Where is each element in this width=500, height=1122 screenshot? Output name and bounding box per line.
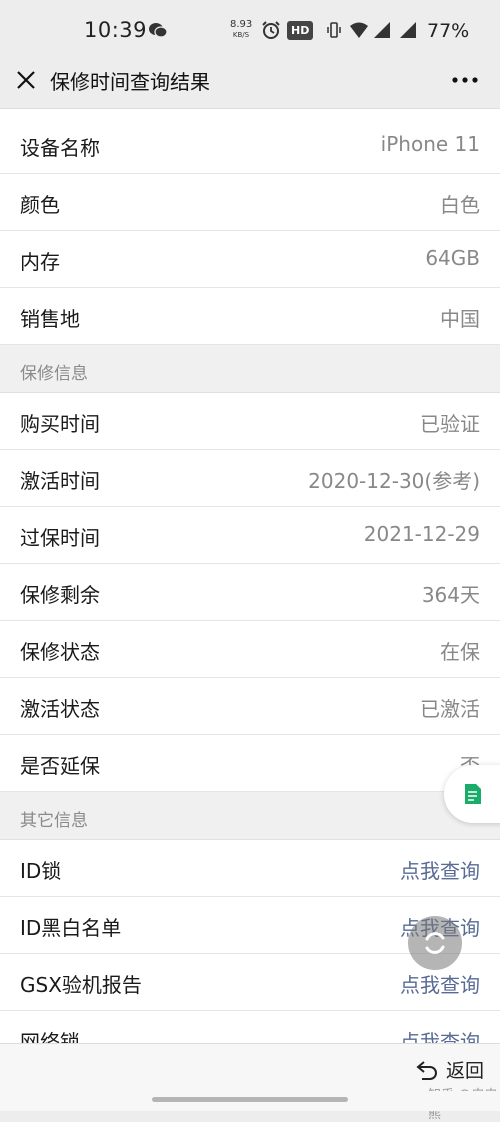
row-label: ID黑白名单 [20,916,122,940]
alarm-icon [262,21,280,39]
row-value: 64GB [425,246,480,270]
status-time: 10:39 [84,18,148,42]
floating-loading-button[interactable] [408,916,462,970]
wechat-icon [149,23,168,38]
row-value: 白色 [440,193,480,217]
status-bar: 10:39 8.93 KB/S HD 77% [0,0,500,62]
hd-badge: HD [287,21,314,40]
row-label: 内存 [20,250,60,274]
query-link-network-lock[interactable]: 点我查询 [400,1026,480,1043]
row-value: 中国 [440,307,480,331]
row-warranty-expiry: 过保时间 2021-12-29 [0,507,500,564]
more-options-icon[interactable] [450,68,480,92]
row-label: ID锁 [20,859,62,883]
row-value: 364天 [421,583,480,607]
section-header-warranty: 保修信息 [0,345,500,393]
query-link-id-lock[interactable]: 点我查询 [400,855,480,884]
row-value: 2021-12-29 [363,522,480,546]
row-sales-region: 销售地 中国 [0,288,500,345]
row-storage: 内存 64GB [0,231,500,288]
net-speed-value: 8.93 [230,19,253,30]
net-speed-unit: KB/S [232,31,250,39]
row-label: GSX验机报告 [20,973,142,997]
section-title: 其它信息 [20,811,88,831]
close-icon[interactable] [14,68,38,92]
query-link-gsx-report[interactable]: 点我查询 [400,969,480,998]
home-indicator-pill[interactable] [152,1097,348,1102]
row-label: 销售地 [20,307,80,331]
row-device-name: 设备名称 iPhone 11 [0,117,500,174]
battery-percent: 77% [427,20,470,42]
refresh-icon [425,932,445,954]
bottom-bar: 返回 [0,1043,500,1092]
back-label: 返回 [446,1060,485,1082]
row-network-lock: 网络锁 点我查询 [0,1011,500,1043]
row-label: 激活状态 [20,697,100,721]
row-label: 保修剩余 [20,583,100,607]
page-title: 保修时间查询结果 [50,70,210,94]
section-title: 保修信息 [20,364,88,384]
row-label: 购买时间 [20,412,100,436]
row-color: 颜色 白色 [0,174,500,231]
row-value: 已激活 [420,697,480,721]
row-value: 2020-12-30(参考) [308,469,480,493]
home-indicator [0,1091,500,1111]
row-warranty-status: 保修状态 在保 [0,621,500,678]
row-value: 在保 [440,640,480,664]
net-speed: 8.93 KB/S [230,20,252,40]
row-extended-warranty: 是否延保 否 [0,735,500,792]
document-icon [465,784,481,804]
row-warranty-remaining: 保修剩余 364天 [0,564,500,621]
row-value: 已验证 [420,412,480,436]
row-label: 网络锁 [20,1030,80,1043]
back-button[interactable]: 返回 [416,1056,484,1083]
row-activation-status: 激活状态 已激活 [0,678,500,735]
row-label: 保修状态 [20,640,100,664]
back-arrow-icon [416,1060,437,1080]
row-id-lock: ID锁 点我查询 [0,840,500,897]
top-divider [0,108,500,117]
row-label: 过保时间 [20,526,100,550]
signal-icon-sim1 [374,22,390,38]
row-label: 颜色 [20,193,60,217]
row-value: iPhone 11 [380,132,480,156]
floating-document-button[interactable] [444,765,500,823]
row-label: 是否延保 [20,754,100,778]
section-header-other: 其它信息 [0,792,500,840]
row-label: 设备名称 [20,136,100,160]
row-label: 激活时间 [20,469,100,493]
result-content: 设备名称 iPhone 11 颜色 白色 内存 64GB 销售地 中国 保修信息… [0,108,500,1043]
wifi-icon [350,22,368,38]
nav-bar: 保修时间查询结果 [0,62,500,108]
vibrate-icon [327,22,341,38]
row-purchase-date: 购买时间 已验证 [0,393,500,450]
row-activation-date: 激活时间 2020-12-30(参考) [0,450,500,507]
signal-icon-sim2 [400,22,416,38]
